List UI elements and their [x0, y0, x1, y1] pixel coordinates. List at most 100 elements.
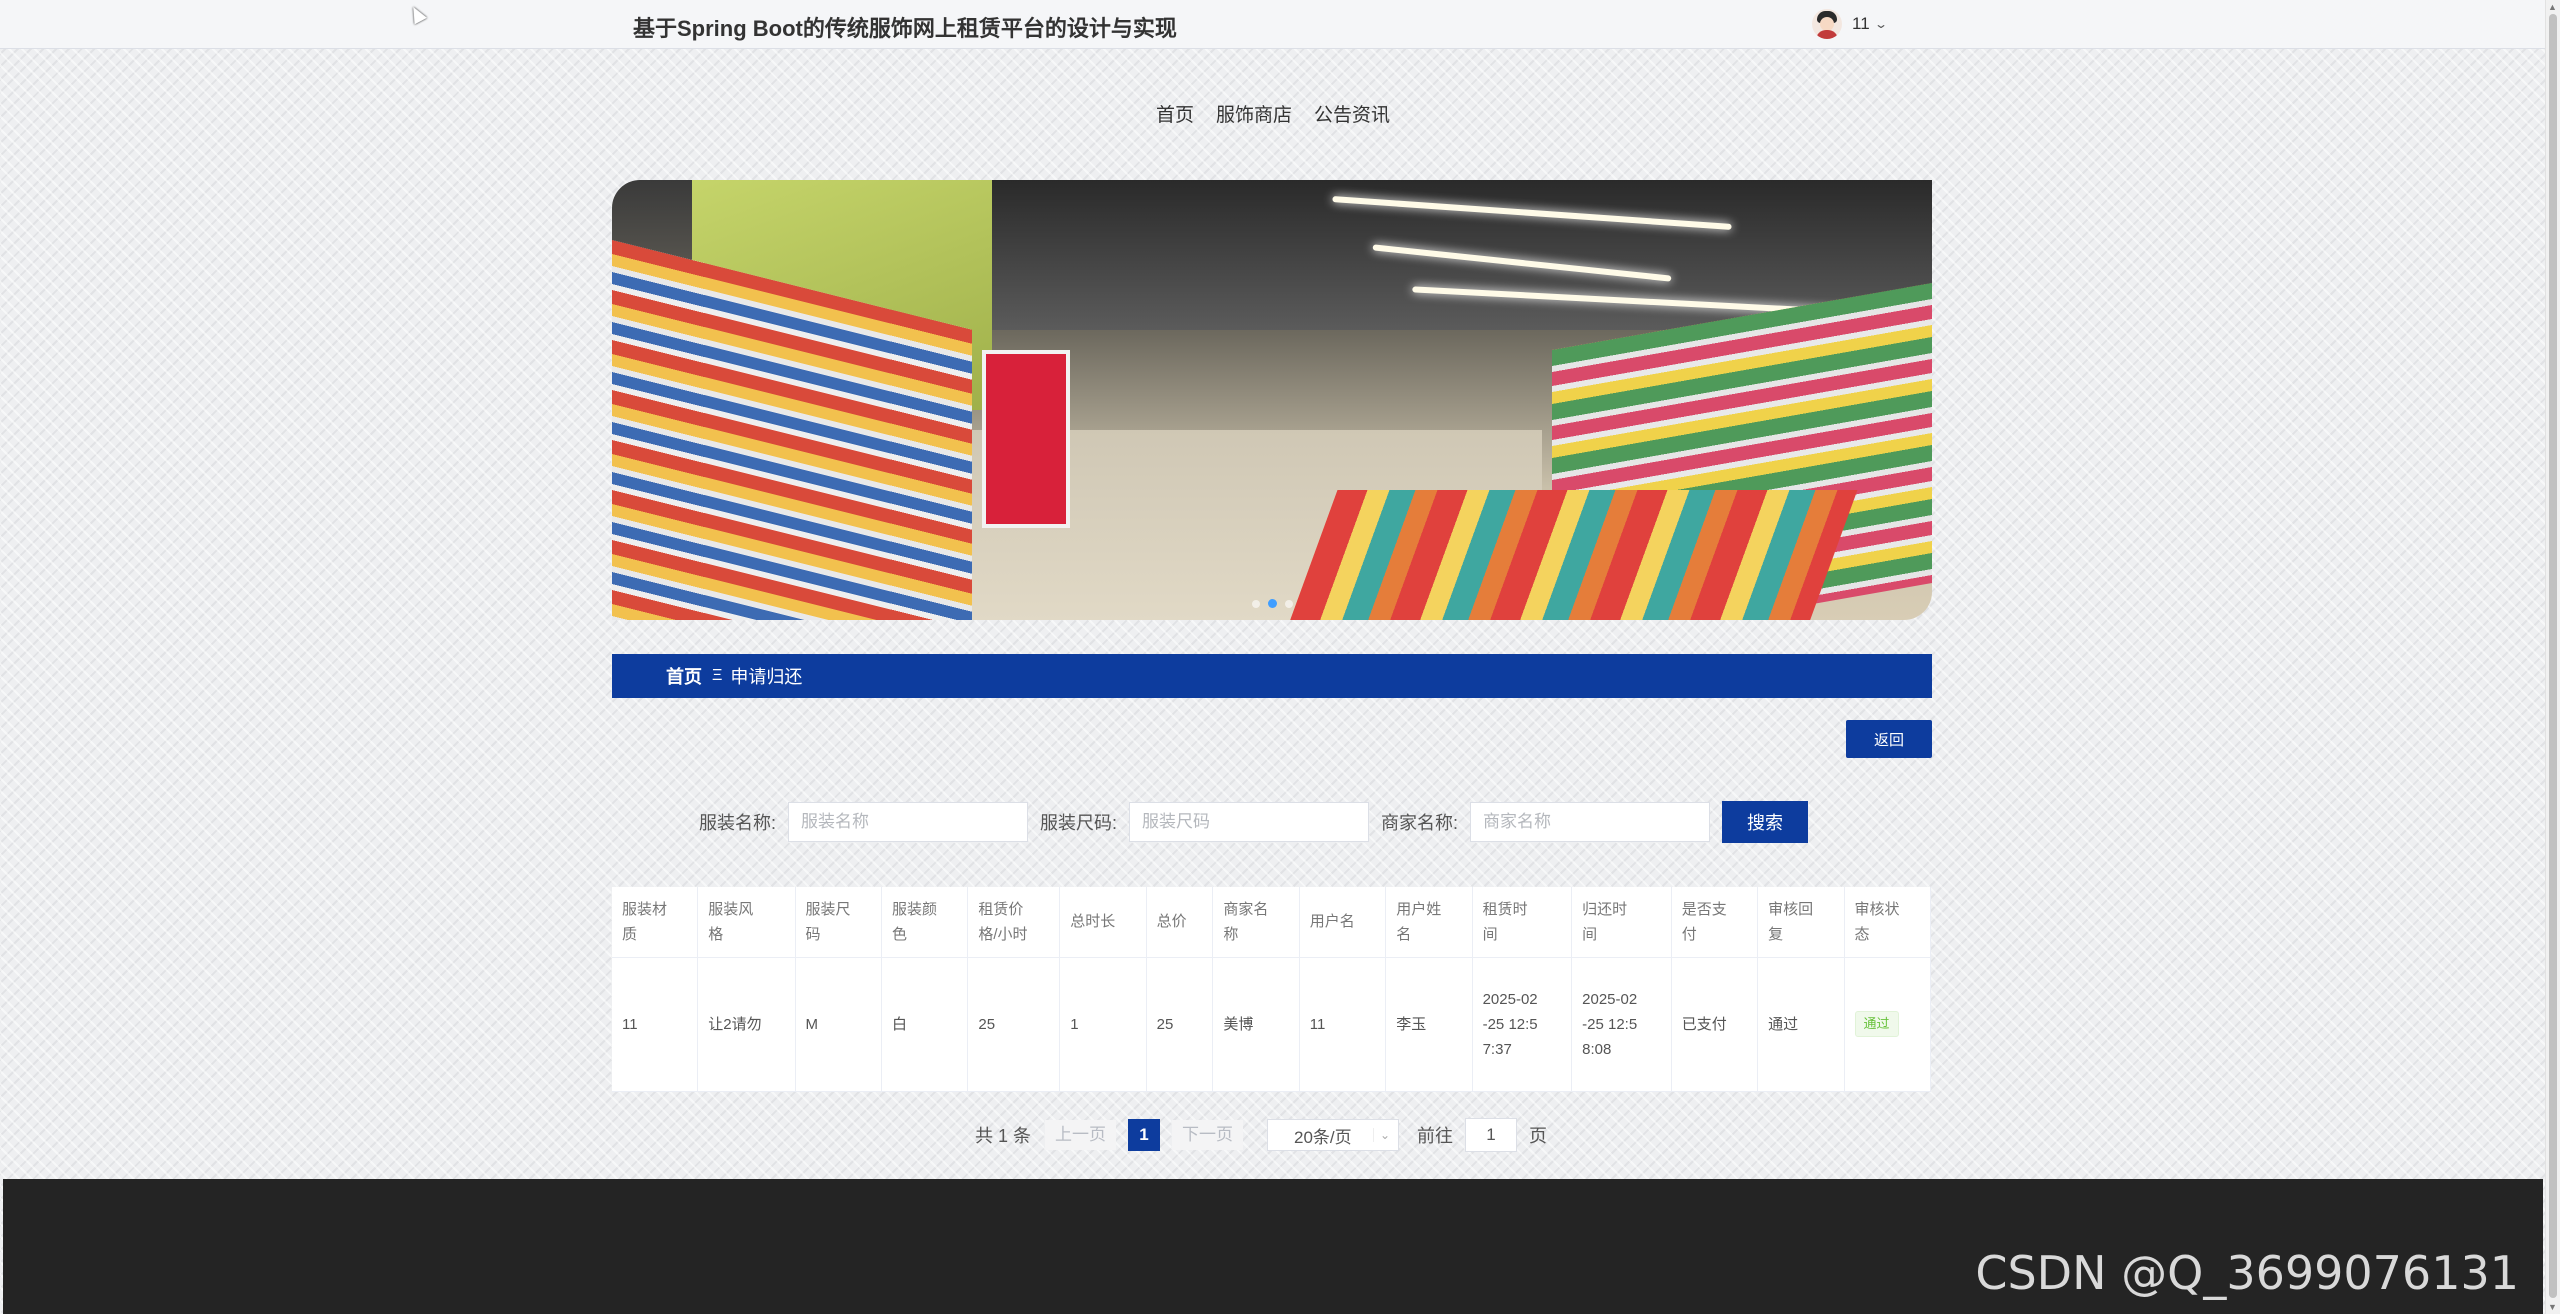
table-header-row: 服装材质服装风格服装尺码服装颜色租赁价 格/小时 总时长 总价 商家名称用户名 用户姓名租… — [612, 887, 1931, 958]
carousel-dot[interactable] — [1251, 600, 1260, 608]
pagination: 共 1 条 上一页 1 下一页 20条/页 ⌄ 前往 1 页 — [975, 1117, 1547, 1153]
column-header: 服装颜色 — [881, 887, 969, 958]
table-cell-text: 美博 — [1223, 1015, 1254, 1033]
scroll-up-icon[interactable]: ▲ — [2548, 2, 2557, 12]
breadcrumb-separator-icon: Ξ — [712, 667, 723, 684]
table-cell-text: 25 — [978, 1015, 996, 1033]
column-header-text: 质 — [622, 925, 638, 943]
search-label-name: 服装名称: — [699, 813, 777, 833]
table-cell-text: -25 12:5 — [1482, 1015, 1538, 1033]
vertical-scrollbar[interactable]: ▲ ▼ — [2545, 0, 2560, 1314]
column-header-text: 租赁时 — [1482, 900, 1528, 918]
column-header: 用户姓名 — [1385, 887, 1473, 958]
breadcrumb-current: 申请归还 — [730, 667, 803, 687]
table-cell-text: 11 — [622, 1015, 638, 1033]
table-cell: 25 — [967, 957, 1061, 1092]
table-row[interactable]: 11 让2请勿 M 白 25 1 25 美博 11 李玉 2025-02 -25 12:5 7:37 20… — [612, 957, 1931, 1092]
goto-page-input[interactable]: 1 — [1465, 1118, 1518, 1152]
column-header-text: 是否支 — [1681, 900, 1727, 918]
table-cell-text: 7:37 — [1482, 1040, 1512, 1058]
column-header-text: 服装风 — [708, 900, 754, 918]
table-cell-text: 李玉 — [1396, 1015, 1427, 1033]
table-cell: 1 — [1059, 957, 1147, 1092]
table-cell-text: 1 — [1070, 1015, 1079, 1033]
page-size-select[interactable]: 20条/页 ⌄ — [1267, 1119, 1400, 1151]
table-cell: 2025-02 -25 12:5 8:08 — [1571, 957, 1672, 1092]
column-header-text: 服装材 — [622, 900, 668, 918]
column-header: 商家名称 — [1212, 887, 1300, 958]
chevron-down-icon[interactable]: ⌄ — [1874, 17, 1888, 31]
scrollbar-thumb[interactable] — [2549, 14, 2557, 1298]
column-header-text: 用户姓 — [1396, 900, 1442, 918]
breadcrumb: 首页 Ξ 申请归还 — [612, 654, 1932, 698]
column-header: 服装风格 — [697, 887, 796, 958]
table-cell: 11 — [1299, 957, 1387, 1092]
column-header-text: 间 — [1482, 925, 1498, 943]
table-cell: 通过 — [1844, 957, 1931, 1092]
table-cell-text: 8:08 — [1582, 1040, 1612, 1058]
column-header: 总时长 — [1059, 887, 1147, 958]
column-header-text: 格 — [708, 925, 724, 943]
table-cell: 让2请勿 — [697, 957, 796, 1092]
page-number-button[interactable]: 1 — [1128, 1119, 1161, 1151]
search-label-size: 服装尺码: — [1040, 813, 1118, 833]
table-cell: 11 — [612, 957, 699, 1092]
column-header-text: 审核回 — [1768, 900, 1814, 918]
column-header-text: 商家名 — [1223, 900, 1269, 918]
table-cell: 白 — [881, 957, 969, 1092]
breadcrumb-home[interactable]: 首页 — [666, 663, 702, 689]
back-button[interactable]: 返回 — [1846, 720, 1932, 758]
search-form: 服装名称: 服装尺码: 商家名称: 搜索 — [699, 800, 1809, 844]
table-cell-text: 2025-02 — [1582, 990, 1638, 1008]
column-header: 归还时间 — [1571, 887, 1672, 958]
column-header-text: 码 — [805, 925, 821, 943]
search-label-merchant: 商家名称: — [1381, 813, 1459, 833]
clothing-name-input[interactable] — [788, 802, 1029, 842]
avatar[interactable] — [1812, 9, 1842, 39]
banner-carousel[interactable] — [612, 180, 1932, 620]
column-header-text: 审核状 — [1854, 900, 1900, 918]
column-header-text: 用户名 — [1309, 913, 1355, 931]
table-body: 11 让2请勿 M 白 25 1 25 美博 11 李玉 2025-02 -25 12:5 7:37 20… — [612, 957, 1931, 1092]
chevron-down-icon: ⌄ — [1372, 1128, 1390, 1142]
column-header: 租赁价格/小时 — [967, 887, 1061, 958]
main-nav: 首页 服饰商店 公告资讯 — [0, 100, 2546, 127]
column-header: 总价 — [1146, 887, 1214, 958]
column-header-text: 服装尺 — [805, 900, 851, 918]
column-header-text: 格/小时 — [978, 925, 1028, 943]
username[interactable]: 11 — [1852, 14, 1870, 34]
carousel-dot-active[interactable] — [1267, 599, 1277, 608]
table-cell: 美博 — [1212, 957, 1300, 1092]
watermark-text: CSDN @Q_3699076131 — [1975, 1246, 2519, 1300]
scroll-down-icon[interactable]: ▼ — [2548, 1302, 2557, 1312]
nav-item-announcements[interactable]: 公告资讯 — [1314, 100, 1390, 127]
column-header: 用户名 — [1299, 887, 1387, 958]
clothing-size-input[interactable] — [1129, 802, 1370, 842]
pagination-total: 共 1 条 — [975, 1126, 1032, 1146]
column-header-text: 服装颜 — [891, 900, 937, 918]
nav-item-clothing-store[interactable]: 服饰商店 — [1216, 100, 1292, 127]
prev-page-button[interactable]: 上一页 — [1045, 1120, 1117, 1150]
column-header-text: 复 — [1768, 925, 1784, 943]
table-cell-text: 白 — [891, 1015, 907, 1033]
table-cell-text: 已支付 — [1681, 1015, 1727, 1033]
carousel-dot[interactable] — [1284, 600, 1293, 608]
column-header: 审核回复 — [1757, 887, 1845, 958]
column-header-text: 租赁价 — [978, 900, 1024, 918]
search-button[interactable]: 搜索 — [1722, 801, 1809, 843]
user-menu[interactable]: 11 ⌄ — [1812, 6, 1888, 42]
table-cell-text: 通过 — [1768, 1015, 1799, 1033]
status-badge: 通过 — [1854, 1011, 1899, 1037]
site-title: 基于Spring Boot的传统服饰网上租赁平台的设计与实现 — [633, 16, 1177, 41]
column-header: 租赁时间 — [1472, 887, 1573, 958]
page-unit-label: 页 — [1529, 1126, 1548, 1146]
next-page-button[interactable]: 下一页 — [1172, 1120, 1244, 1150]
display-stand — [982, 350, 1070, 528]
table-cell-text: M — [805, 1015, 819, 1033]
nav-item-home[interactable]: 首页 — [1156, 100, 1194, 127]
merchant-name-input[interactable] — [1470, 802, 1711, 842]
column-header: 是否支付 — [1671, 887, 1759, 958]
table-cell: 25 — [1146, 957, 1214, 1092]
column-header-text: 称 — [1223, 925, 1239, 943]
top-bar: 基于Spring Boot的传统服饰网上租赁平台的设计与实现 11 ⌄ — [0, 0, 2546, 49]
